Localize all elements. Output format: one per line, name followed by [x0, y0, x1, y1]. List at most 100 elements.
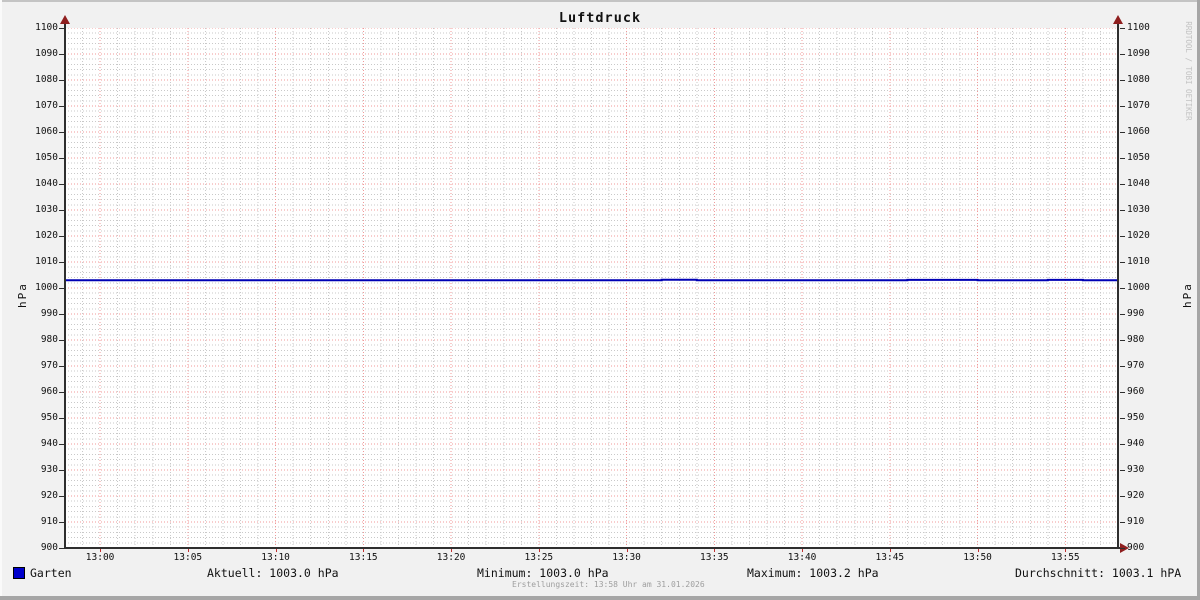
x-tick-mark — [275, 549, 277, 552]
y-tick-label: 970 — [1127, 360, 1145, 371]
y-tick-label: 910 — [40, 516, 58, 527]
x-tick-mark — [363, 549, 365, 552]
y-tick-mark — [1120, 444, 1125, 445]
y-tick-label: 950 — [40, 412, 58, 423]
y-tick-label: 1030 — [35, 204, 58, 215]
series-line-garten — [65, 278, 1118, 282]
x-tick-label: 13:30 — [612, 552, 641, 563]
y-tick-mark — [1120, 522, 1125, 523]
y-tick-mark — [59, 522, 64, 523]
y-tick-mark — [59, 262, 64, 263]
frame-edge-bottom — [0, 596, 1200, 600]
frame-edge-left — [0, 0, 2, 600]
y-tick-label: 980 — [1127, 334, 1145, 345]
y-tick-label: 920 — [40, 490, 58, 501]
y-axis-arrow-up-icon — [1113, 15, 1123, 24]
y-tick-mark — [1120, 158, 1125, 159]
plot-area — [65, 28, 1118, 548]
y-tick-label: 940 — [1127, 438, 1145, 449]
y-tick-label: 1000 — [35, 282, 58, 293]
x-tick-label: 13:45 — [875, 552, 905, 563]
y-tick-label: 1010 — [1127, 256, 1150, 267]
y-tick-mark — [59, 158, 64, 159]
y-tick-mark — [59, 314, 64, 315]
chart-title: Luftdruck — [558, 10, 642, 26]
y-tick-mark — [59, 366, 64, 367]
y-tick-label: 990 — [1127, 308, 1145, 319]
y-tick-mark — [1120, 28, 1125, 29]
x-tick-label: 13:40 — [787, 552, 817, 563]
x-tick-label: 13:10 — [261, 552, 290, 563]
y-tick-mark — [59, 184, 64, 185]
y-tick-mark — [59, 288, 64, 289]
y-tick-mark — [1120, 262, 1125, 263]
y-tick-mark — [59, 418, 64, 419]
y-tick-mark — [59, 28, 64, 29]
x-tick-label: 13:35 — [700, 552, 729, 563]
x-tick-mark — [714, 549, 716, 552]
y-axis-arrow-up-icon — [60, 15, 70, 24]
y-tick-label: 1100 — [35, 22, 58, 33]
x-tick-label: 13:50 — [963, 552, 992, 563]
y-tick-label: 900 — [40, 542, 58, 553]
y-tick-label: 1050 — [1127, 152, 1150, 163]
legend-color-swatch — [13, 567, 25, 579]
y-tick-mark — [1120, 340, 1125, 341]
x-tick-label: 13:15 — [349, 552, 378, 563]
legend-series-label: Garten — [30, 566, 72, 580]
y-tick-label: 920 — [1127, 490, 1145, 501]
y-tick-label: 1050 — [35, 152, 58, 163]
y-tick-label: 1020 — [1127, 230, 1150, 241]
y-tick-mark — [1120, 54, 1125, 55]
y-tick-label: 980 — [40, 334, 58, 345]
y-tick-label: 960 — [1127, 386, 1145, 397]
y-tick-label: 1080 — [1127, 74, 1150, 85]
x-tick-mark — [977, 549, 979, 552]
y-tick-mark — [59, 444, 64, 445]
y-tick-mark — [59, 496, 64, 497]
stat-maximum: Maximum: 1003.2 hPa — [747, 566, 879, 580]
y-tick-label: 1010 — [35, 256, 58, 267]
y-tick-label: 1040 — [1127, 178, 1150, 189]
y-tick-mark — [1120, 288, 1125, 289]
y-tick-label: 1060 — [1127, 126, 1150, 137]
x-tick-mark — [187, 549, 189, 552]
y-tick-label: 900 — [1127, 542, 1145, 553]
x-tick-label: 13:20 — [436, 552, 466, 563]
y-tick-label: 910 — [1127, 516, 1145, 527]
x-axis — [64, 547, 1122, 549]
y-tick-mark — [1120, 366, 1125, 367]
x-tick-label: 13:00 — [85, 552, 115, 563]
y-tick-label: 960 — [40, 386, 58, 397]
x-tick-label: 13:55 — [1051, 552, 1080, 563]
plot-canvas — [65, 28, 1118, 548]
y-tick-mark — [1120, 210, 1125, 211]
y-tick-mark — [59, 106, 64, 107]
y-tick-mark — [1120, 548, 1125, 549]
y-axis-right — [1117, 24, 1119, 549]
y-tick-label: 1090 — [35, 48, 58, 59]
rrdtool-watermark: RRDTOOL / TOBI OETIKER — [1184, 21, 1193, 121]
stat-minimum: Minimum: 1003.0 hPa — [477, 566, 609, 580]
y-tick-label: 1060 — [35, 126, 58, 137]
x-tick-mark — [626, 549, 628, 552]
y-tick-label: 1030 — [1127, 204, 1150, 215]
y-tick-mark — [59, 132, 64, 133]
y-tick-mark — [1120, 132, 1125, 133]
x-tick-mark — [451, 549, 453, 552]
y-tick-label: 1090 — [1127, 48, 1150, 59]
stat-average: Durchschnitt: 1003.1 hPA — [1015, 566, 1182, 580]
x-tick-label: 13:25 — [524, 552, 554, 563]
y-tick-mark — [1120, 236, 1125, 237]
creation-time-note: Erstellungszeit: 13:58 Uhr am 31.01.2026 — [512, 580, 705, 589]
y-tick-label: 930 — [40, 464, 58, 475]
y-tick-mark — [59, 340, 64, 341]
y-tick-label: 940 — [40, 438, 58, 449]
y-tick-mark — [1120, 80, 1125, 81]
y-tick-label: 990 — [40, 308, 58, 319]
x-tick-mark — [100, 549, 102, 552]
x-tick-mark — [889, 549, 891, 552]
y-tick-mark — [1120, 392, 1125, 393]
y-tick-label: 1100 — [1127, 22, 1150, 33]
y-tick-mark — [1120, 496, 1125, 497]
